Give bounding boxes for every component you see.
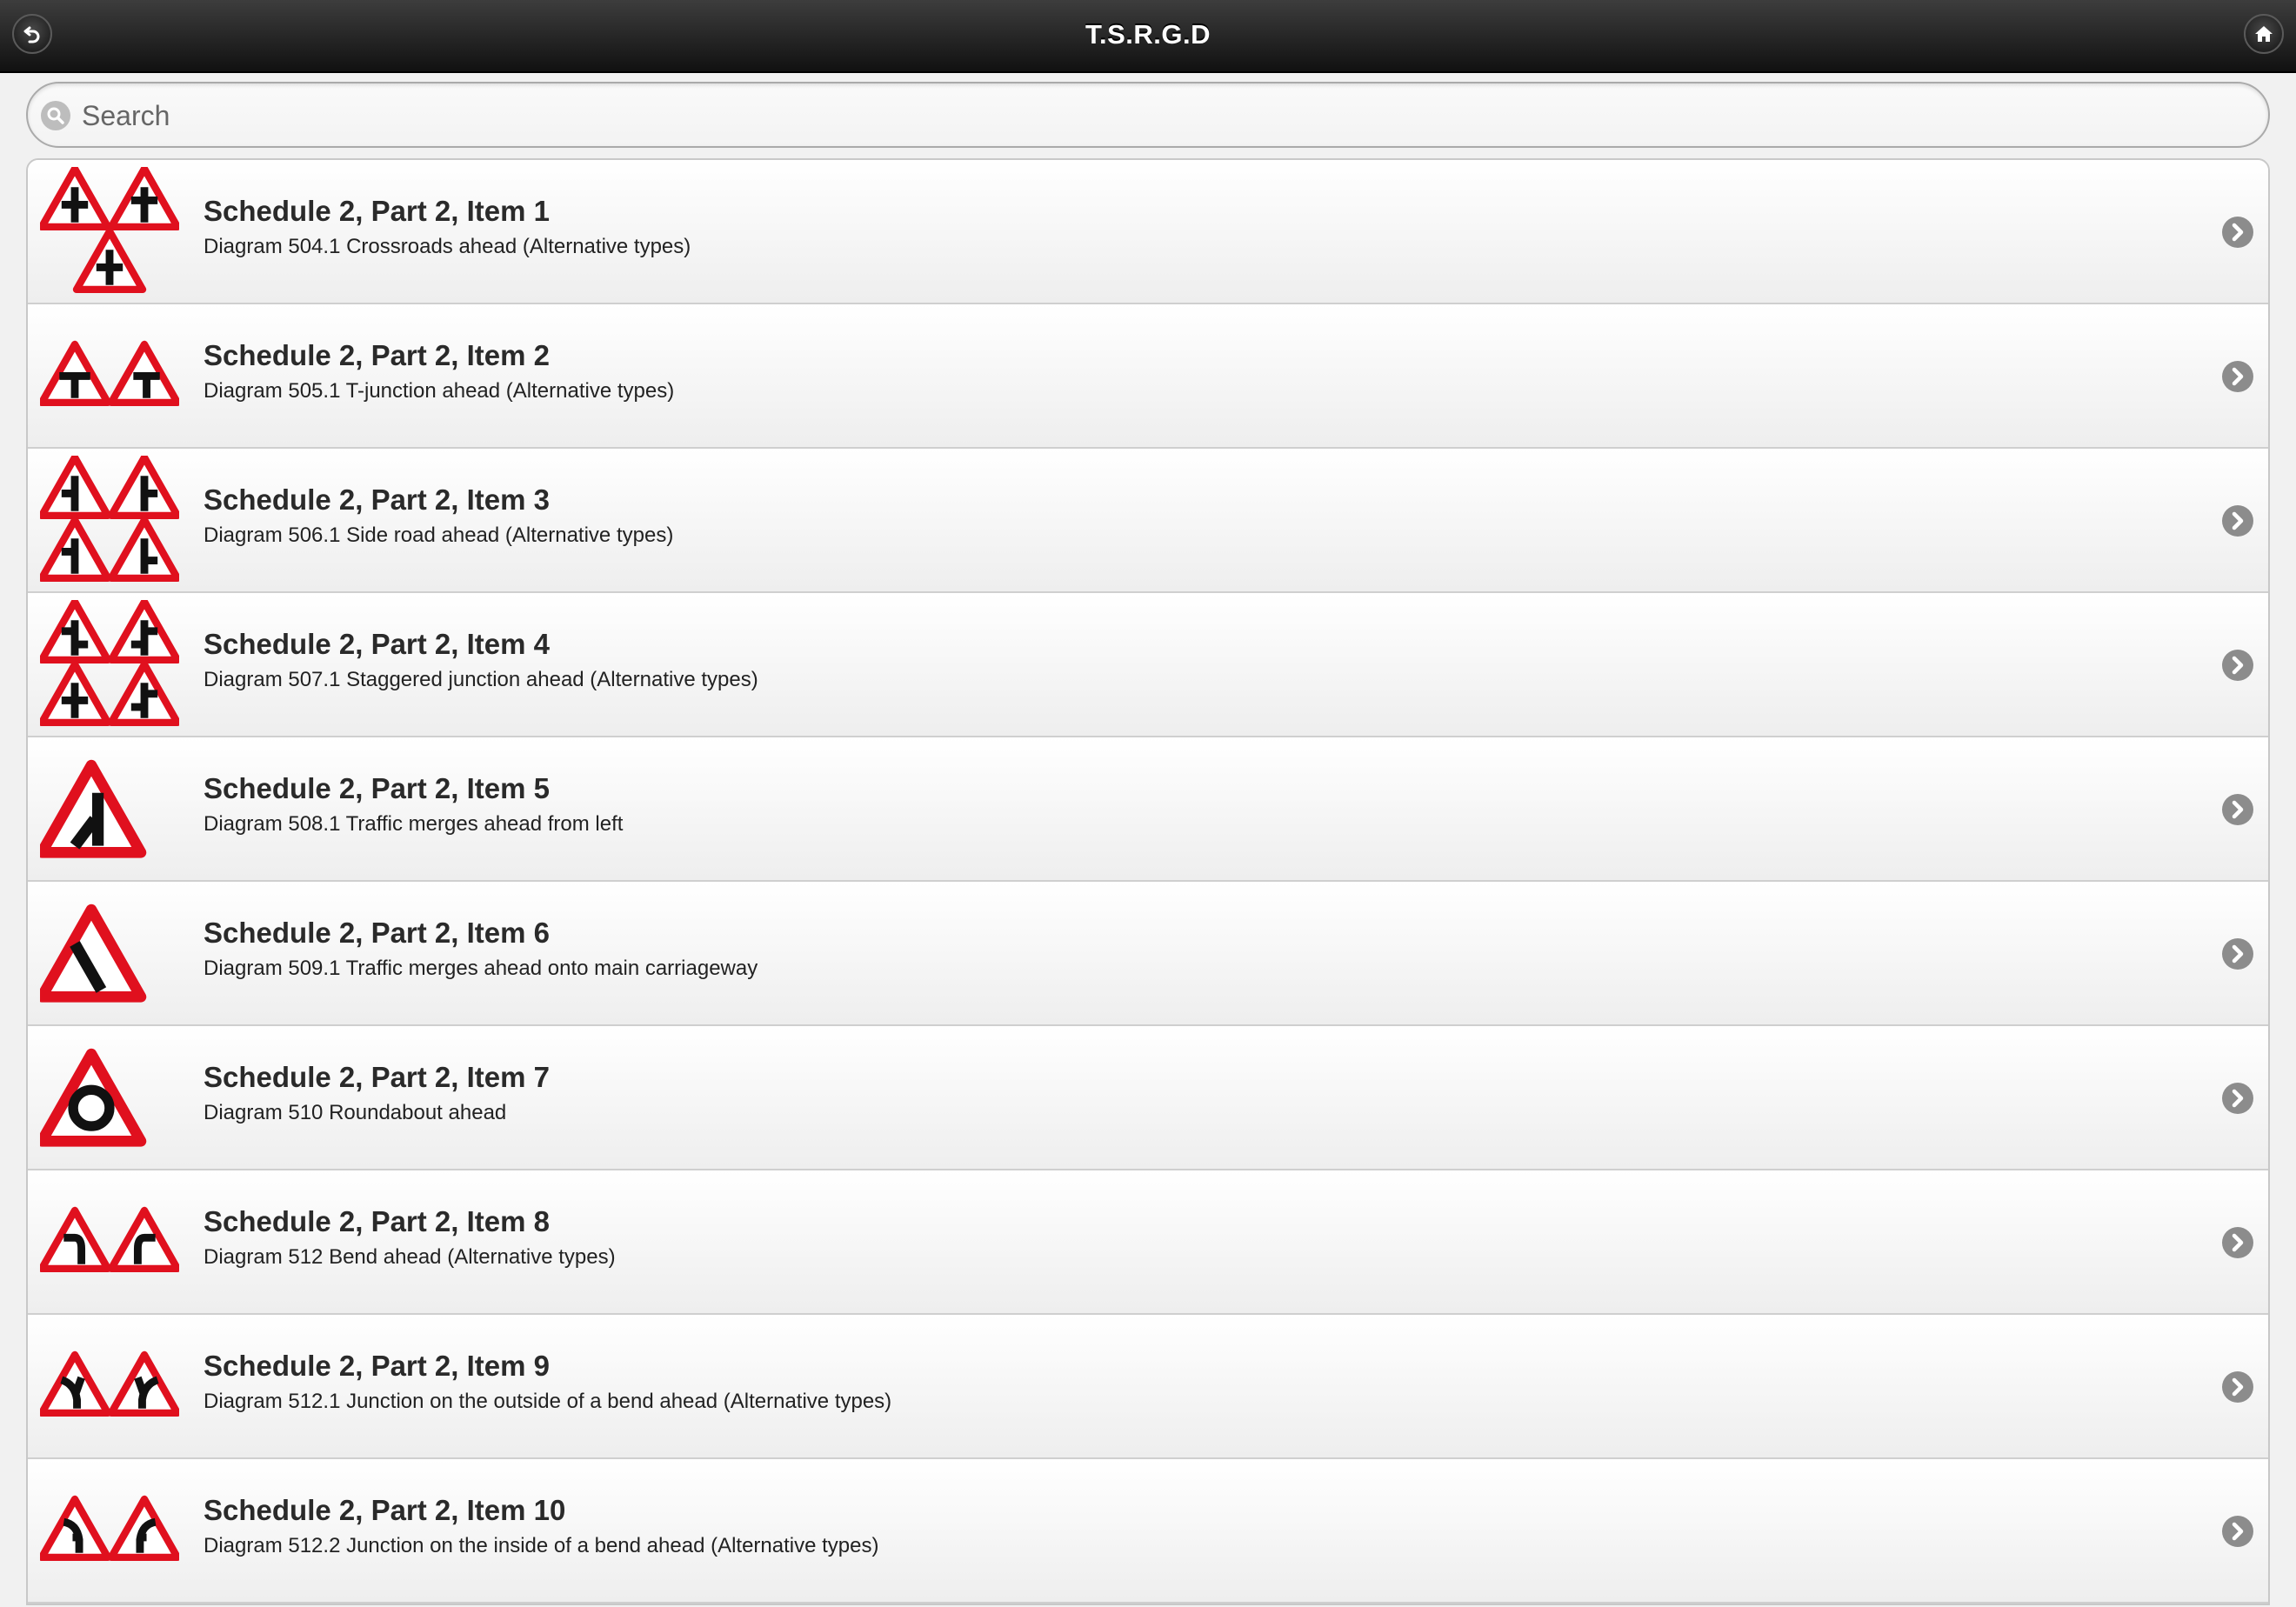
item-subtitle: Diagram 512 Bend ahead (Alternative type…	[204, 1245, 616, 1269]
sign-thumbnail	[40, 744, 179, 875]
item-subtitle: Diagram 504.1 Crossroads ahead (Alternat…	[204, 235, 691, 258]
chevron-right-icon[interactable]	[2221, 937, 2254, 970]
header-bar: T.S.R.G.D	[0, 0, 2296, 73]
sign-thumbnail	[40, 167, 179, 297]
item-title: Schedule 2, Part 2, Item 4	[204, 628, 550, 660]
item-subtitle: Diagram 509.1 Traffic merges ahead onto …	[204, 957, 758, 980]
sign-thumbnail	[40, 1177, 179, 1308]
sign-thumbnail	[40, 1466, 179, 1597]
item-title: Schedule 2, Part 2, Item 9	[204, 1350, 550, 1382]
item-subtitle: Diagram 510 Roundabout ahead	[204, 1101, 507, 1124]
item-subtitle: Diagram 508.1 Traffic merges ahead from …	[204, 812, 624, 836]
home-button[interactable]	[2244, 14, 2284, 54]
sign-thumbnail	[40, 600, 179, 730]
chevron-right-icon[interactable]	[2221, 360, 2254, 393]
item-title: Schedule 2, Part 2, Item 1	[204, 195, 550, 227]
traffic-merges-from-left-sign-icon	[40, 759, 147, 858]
list-item[interactable]: Schedule 2, Part 2, Item 10 Diagram 512.2…	[28, 1459, 2268, 1604]
item-title: Schedule 2, Part 2, Item 2	[204, 339, 550, 371]
item-subtitle: Diagram 507.1 Staggered junction ahead (…	[204, 668, 758, 691]
roundabout-ahead-sign-icon	[40, 1048, 147, 1147]
list-item[interactable]: Schedule 2, Part 2, Item 3 Diagram 506.1 …	[28, 449, 2268, 593]
search-icon	[41, 101, 70, 130]
sign-thumbnail	[40, 1033, 179, 1164]
search-bar	[26, 82, 2270, 148]
item-subtitle: Diagram 512.2 Junction on the inside of …	[204, 1534, 879, 1557]
list-item[interactable]: Schedule 2, Part 2, Item 6 Diagram 509.1 …	[28, 882, 2268, 1026]
chevron-right-icon[interactable]	[2221, 504, 2254, 537]
chevron-right-icon[interactable]	[2221, 216, 2254, 249]
list-item[interactable]: Schedule 2, Part 2, Item 5 Diagram 508.1 …	[28, 737, 2268, 882]
item-title: Schedule 2, Part 2, Item 3	[204, 483, 550, 516]
list-item[interactable]: Schedule 2, Part 2, Item 2 Diagram 505.1 …	[28, 304, 2268, 449]
sign-thumbnail	[40, 889, 179, 1019]
list-item[interactable]: Schedule 2, Part 2, Item 4 Diagram 507.1 …	[28, 593, 2268, 737]
chevron-right-icon[interactable]	[2221, 1226, 2254, 1259]
item-title: Schedule 2, Part 2, Item 10	[204, 1494, 566, 1526]
chevron-right-icon[interactable]	[2221, 1082, 2254, 1115]
list-item[interactable]: Schedule 2, Part 2, Item 1 Diagram 504.1 …	[28, 160, 2268, 304]
crossroads-ahead-signs-icon	[40, 167, 179, 294]
junction-inside-bend-signs-icon	[40, 1495, 179, 1562]
t-junction-ahead-signs-icon	[40, 340, 179, 407]
item-subtitle: Diagram 505.1 T-junction ahead (Alternat…	[204, 379, 675, 403]
list-item[interactable]: Schedule 2, Part 2, Item 7 Diagram 510 Ro…	[28, 1026, 2268, 1170]
chevron-right-icon[interactable]	[2221, 793, 2254, 826]
side-road-ahead-signs-icon	[40, 456, 179, 583]
list-item[interactable]: Schedule 2, Part 2, Item 8 Diagram 512 Be…	[28, 1170, 2268, 1315]
item-title: Schedule 2, Part 2, Item 5	[204, 772, 550, 804]
home-icon	[2255, 26, 2273, 42]
item-subtitle: Diagram 512.1 Junction on the outside of…	[204, 1390, 892, 1413]
item-title: Schedule 2, Part 2, Item 8	[204, 1205, 550, 1237]
chevron-right-icon[interactable]	[2221, 649, 2254, 682]
chevron-right-icon[interactable]	[2221, 1370, 2254, 1404]
chevron-right-icon[interactable]	[2221, 1515, 2254, 1548]
item-title: Schedule 2, Part 2, Item 6	[204, 917, 550, 949]
schedule-list: Schedule 2, Part 2, Item 1 Diagram 504.1 …	[26, 158, 2270, 1605]
page-title: T.S.R.G.D	[1085, 19, 1211, 50]
search-input[interactable]	[80, 89, 2240, 143]
staggered-junction-ahead-signs-icon	[40, 600, 179, 727]
item-title: Schedule 2, Part 2, Item 7	[204, 1061, 550, 1093]
junction-outside-bend-signs-icon	[40, 1350, 179, 1417]
traffic-merges-onto-carriageway-sign-icon	[40, 904, 147, 1003]
item-subtitle: Diagram 506.1 Side road ahead (Alternati…	[204, 523, 674, 547]
sign-thumbnail	[40, 311, 179, 442]
list-item[interactable]: Schedule 2, Part 2, Item 9 Diagram 512.1 …	[28, 1315, 2268, 1459]
sign-thumbnail	[40, 456, 179, 586]
bend-ahead-signs-icon	[40, 1206, 179, 1273]
sign-thumbnail	[40, 1322, 179, 1452]
